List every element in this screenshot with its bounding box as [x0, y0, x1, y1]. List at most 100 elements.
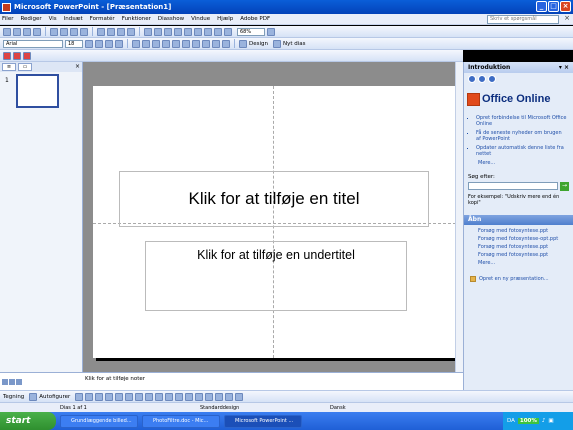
- tab-slides[interactable]: ▭: [18, 63, 32, 71]
- line-color-icon[interactable]: [175, 392, 184, 401]
- recent-file[interactable]: Forsøg med fotosyntese.ppt: [478, 244, 569, 250]
- new-slide-button[interactable]: Nyt dias: [283, 41, 306, 47]
- draw-menu[interactable]: Tegning: [3, 394, 24, 400]
- save-icon[interactable]: [23, 27, 31, 36]
- copy-icon[interactable]: [107, 27, 115, 36]
- font-select[interactable]: Arial: [3, 39, 63, 48]
- fill-color-icon[interactable]: [165, 392, 174, 401]
- home-icon[interactable]: [488, 75, 496, 83]
- taskbar-item[interactable]: PhotoFiltre.doc - Mic...: [142, 414, 220, 428]
- textbox-icon[interactable]: [115, 392, 124, 401]
- menu-format[interactable]: Formatér: [90, 16, 115, 22]
- document-close-icon[interactable]: ×: [564, 14, 570, 22]
- undo-icon[interactable]: [144, 27, 152, 36]
- diagram-icon[interactable]: [135, 392, 144, 401]
- pdf-review-icon[interactable]: [23, 51, 31, 60]
- close-button[interactable]: ×: [560, 1, 571, 12]
- line-icon[interactable]: [75, 392, 84, 401]
- paste-icon[interactable]: [117, 27, 125, 36]
- search-go-button[interactable]: →: [560, 182, 569, 191]
- title-placeholder[interactable]: Klik for at tilføje en titel: [119, 171, 429, 227]
- back-icon[interactable]: [468, 75, 476, 83]
- spelling-icon[interactable]: [70, 27, 78, 36]
- menu-tools[interactable]: Funktioner: [122, 16, 151, 22]
- zoom-select[interactable]: 68%: [237, 27, 265, 36]
- underline-icon[interactable]: [105, 39, 113, 48]
- open-icon[interactable]: [13, 27, 21, 36]
- menu-adobe-pdf[interactable]: Adobe PDF: [240, 16, 270, 22]
- help-icon[interactable]: [267, 27, 275, 36]
- grid-icon[interactable]: [214, 27, 222, 36]
- subtitle-placeholder[interactable]: Klik for at tilføje en undertitel: [145, 241, 407, 311]
- 3d-style-icon[interactable]: [235, 392, 244, 401]
- menu-slideshow[interactable]: Diasshow: [158, 16, 184, 22]
- decrease-font-icon[interactable]: [192, 39, 200, 48]
- recent-files-more[interactable]: Mere...: [478, 260, 569, 266]
- align-right-icon[interactable]: [152, 39, 160, 48]
- redo-icon[interactable]: [154, 27, 162, 36]
- arrow-style-icon[interactable]: [215, 392, 224, 401]
- task-pane-close-icon[interactable]: ▾ ×: [559, 64, 569, 71]
- link-news[interactable]: Få de seneste nyheder om brugen af Power…: [476, 130, 567, 142]
- chart-icon[interactable]: [164, 27, 172, 36]
- align-center-icon[interactable]: [142, 39, 150, 48]
- new-slide-icon[interactable]: [273, 39, 281, 48]
- numbering-icon[interactable]: [162, 39, 170, 48]
- print-icon[interactable]: [50, 27, 58, 36]
- table-icon[interactable]: [174, 27, 182, 36]
- tray-language[interactable]: DA: [507, 418, 515, 424]
- slide-sorter-icon[interactable]: [9, 379, 15, 385]
- slide-thumbnail[interactable]: [16, 74, 59, 108]
- print-preview-icon[interactable]: [60, 27, 68, 36]
- help-search-input[interactable]: Skriv et spørgsmål: [487, 15, 559, 24]
- tab-outline[interactable]: ≡: [2, 63, 16, 71]
- recent-file[interactable]: Forsøg med fotosyntese.ppt: [478, 228, 569, 234]
- font-color-icon[interactable]: [222, 39, 230, 48]
- menu-view[interactable]: Vis: [49, 16, 57, 22]
- increase-indent-icon[interactable]: [212, 39, 220, 48]
- vertical-scrollbar[interactable]: [455, 62, 463, 372]
- format-painter-icon[interactable]: [127, 27, 135, 36]
- minimize-button[interactable]: _: [536, 1, 547, 12]
- link-update[interactable]: Opdater automatisk denne liste fra nette…: [476, 145, 567, 157]
- menu-help[interactable]: Hjælp: [217, 16, 233, 22]
- rectangle-icon[interactable]: [95, 392, 104, 401]
- tray-zoom[interactable]: 100%: [517, 418, 539, 424]
- recent-file[interactable]: Forsøg med fotosyntese.ppt: [478, 252, 569, 258]
- adobe-pdf-icon[interactable]: [3, 51, 11, 60]
- slide-canvas[interactable]: Klik for at tilføje en titel Klik for at…: [93, 86, 456, 358]
- taskbar-item-active[interactable]: Microsoft PowerPoint ...: [224, 414, 302, 428]
- wordart-icon[interactable]: [125, 392, 134, 401]
- hyperlink-icon[interactable]: [184, 27, 192, 36]
- decrease-indent-icon[interactable]: [202, 39, 210, 48]
- design-icon[interactable]: [239, 39, 247, 48]
- bold-icon[interactable]: [85, 39, 93, 48]
- italic-icon[interactable]: [95, 39, 103, 48]
- show-formatting-icon[interactable]: [204, 27, 212, 36]
- design-button[interactable]: Design: [249, 41, 268, 47]
- picture-icon[interactable]: [155, 392, 164, 401]
- font-size-select[interactable]: 18: [65, 39, 83, 48]
- arrow-icon[interactable]: [85, 392, 94, 401]
- dash-style-icon[interactable]: [205, 392, 214, 401]
- increase-font-icon[interactable]: [182, 39, 190, 48]
- research-icon[interactable]: [80, 27, 88, 36]
- permission-icon[interactable]: [33, 27, 41, 36]
- new-icon[interactable]: [3, 27, 11, 36]
- select-objects-icon[interactable]: [29, 392, 38, 401]
- expand-icon[interactable]: [194, 27, 202, 36]
- start-button[interactable]: start: [0, 412, 56, 430]
- cut-icon[interactable]: [97, 27, 105, 36]
- font-color-icon[interactable]: [185, 392, 194, 401]
- shadow-icon[interactable]: [115, 39, 123, 48]
- clipart-icon[interactable]: [145, 392, 154, 401]
- maximize-button[interactable]: □: [548, 1, 559, 12]
- volume-icon[interactable]: ♪: [542, 418, 546, 424]
- link-connect[interactable]: Opret forbindelse til Microsoft Office O…: [476, 115, 567, 127]
- menu-edit[interactable]: Rediger: [20, 16, 41, 22]
- autoshapes-menu[interactable]: Autofigurer: [39, 394, 70, 400]
- network-icon[interactable]: ▣: [548, 418, 553, 424]
- oval-icon[interactable]: [105, 392, 114, 401]
- menu-insert[interactable]: Indsæt: [64, 16, 83, 22]
- slideshow-view-icon[interactable]: [16, 379, 22, 385]
